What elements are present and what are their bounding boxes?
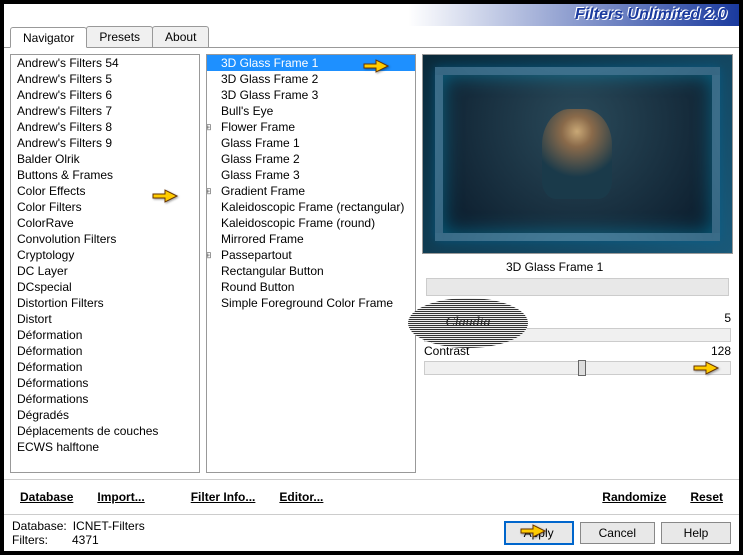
category-item[interactable]: Convolution Filters [11,231,199,247]
filter-item[interactable]: Glass Frame 3 [207,167,415,183]
filter-item[interactable]: 3D Glass Frame 2 [207,71,415,87]
app-window: Filters Unlimited 2.0 Navigator Presets … [3,3,740,552]
filter-item[interactable]: Kaleidoscopic Frame (round) [207,215,415,231]
param-label: Contrast [424,344,469,358]
filter-column: 3D Glass Frame 13D Glass Frame 23D Glass… [206,54,416,473]
filter-item[interactable]: Round Button [207,279,415,295]
category-item[interactable]: DC Layer [11,263,199,279]
category-column: Andrew's Filters 54Andrew's Filters 5And… [10,54,200,473]
param-slider[interactable] [424,328,731,342]
category-item[interactable]: Distortion Filters [11,295,199,311]
category-item[interactable]: Déformation [11,343,199,359]
category-item[interactable]: Déformation [11,359,199,375]
help-button[interactable]: Help [661,522,731,544]
filters-label: Filters: [12,533,48,547]
title-bar: Filters Unlimited 2.0 [4,4,739,26]
apply-button[interactable]: Apply [504,521,574,545]
filter-item[interactable]: 3D Glass Frame 1 [207,55,415,71]
filter-item[interactable]: Flower Frame [207,119,415,135]
filter-item[interactable]: Glass Frame 2 [207,151,415,167]
category-item[interactable]: Cryptology [11,247,199,263]
param-row: Frame Size 5 [424,309,731,327]
current-filter-name: 3D Glass Frame 1 [426,260,603,274]
tab-navigator[interactable]: Navigator [10,27,87,48]
app-title: Filters Unlimited 2.0 [575,6,727,24]
status-bar: Database: ICNET-Filters Filters: 4371 Ap… [4,514,739,551]
tab-about[interactable]: About [152,26,209,47]
category-item[interactable]: Buttons & Frames [11,167,199,183]
category-item[interactable]: Distort [11,311,199,327]
category-item[interactable]: Andrew's Filters 7 [11,103,199,119]
category-item[interactable]: Déformations [11,391,199,407]
parameters-panel: Frame Size 5 Contrast 128 [422,303,733,473]
filter-item[interactable]: Gradient Frame [207,183,415,199]
filter-item[interactable]: Mirrored Frame [207,231,415,247]
category-item[interactable]: ECWS halftone [11,439,199,455]
randomize-button[interactable]: Randomize [592,486,676,508]
current-filter-row: 3D Glass Frame 1 [422,254,733,303]
category-item[interactable]: Andrew's Filters 8 [11,119,199,135]
main-area: Andrew's Filters 54Andrew's Filters 5And… [4,48,739,479]
slider-thumb[interactable] [578,360,586,376]
filter-name-bar [426,278,729,296]
category-item[interactable]: Dégradés [11,407,199,423]
filter-item[interactable]: Glass Frame 1 [207,135,415,151]
param-label: Frame Size [424,311,485,325]
toolbar-row: Database Import... Filter Info... Editor… [4,479,739,514]
category-item[interactable]: Déformation [11,327,199,343]
filter-item[interactable]: Simple Foreground Color Frame [207,295,415,311]
preview-image [422,54,733,254]
category-item[interactable]: Color Effects [11,183,199,199]
category-item[interactable]: Déplacements de couches [11,423,199,439]
editor-button[interactable]: Editor... [269,486,333,508]
filter-item[interactable]: Bull's Eye [207,103,415,119]
category-item[interactable]: ColorRave [11,215,199,231]
category-list[interactable]: Andrew's Filters 54Andrew's Filters 5And… [10,54,200,473]
param-row: Contrast 128 [424,342,731,360]
db-label: Database: [12,519,67,533]
status-info: Database: ICNET-Filters Filters: 4371 [12,519,145,547]
filter-info-button[interactable]: Filter Info... [181,486,266,508]
database-button[interactable]: Database [10,486,83,508]
param-value: 128 [711,344,731,358]
category-item[interactable]: DCspecial [11,279,199,295]
tab-presets[interactable]: Presets [86,26,153,47]
category-item[interactable]: Color Filters [11,199,199,215]
slider-thumb[interactable] [431,327,439,343]
category-item[interactable]: Andrew's Filters 9 [11,135,199,151]
filter-item[interactable]: 3D Glass Frame 3 [207,87,415,103]
category-item[interactable]: Andrew's Filters 5 [11,71,199,87]
filter-item[interactable]: Rectangular Button [207,263,415,279]
preview-column: 3D Glass Frame 1 Frame Size 5 Contrast 128 [422,54,733,473]
import-button[interactable]: Import... [87,486,154,508]
filter-item[interactable]: Kaleidoscopic Frame (rectangular) [207,199,415,215]
cancel-button[interactable]: Cancel [580,522,655,544]
category-item[interactable]: Déformations [11,375,199,391]
filters-value: 4371 [72,533,99,547]
reset-button[interactable]: Reset [680,486,733,508]
category-item[interactable]: Balder Olrik [11,151,199,167]
db-value: ICNET-Filters [73,519,145,533]
category-item[interactable]: Andrew's Filters 6 [11,87,199,103]
category-item[interactable]: Andrew's Filters 54 [11,55,199,71]
filter-list[interactable]: 3D Glass Frame 13D Glass Frame 23D Glass… [206,54,416,473]
filter-item[interactable]: Passepartout [207,247,415,263]
tabs: Navigator Presets About [4,26,739,48]
param-value: 5 [724,311,731,325]
param-slider[interactable] [424,361,731,375]
